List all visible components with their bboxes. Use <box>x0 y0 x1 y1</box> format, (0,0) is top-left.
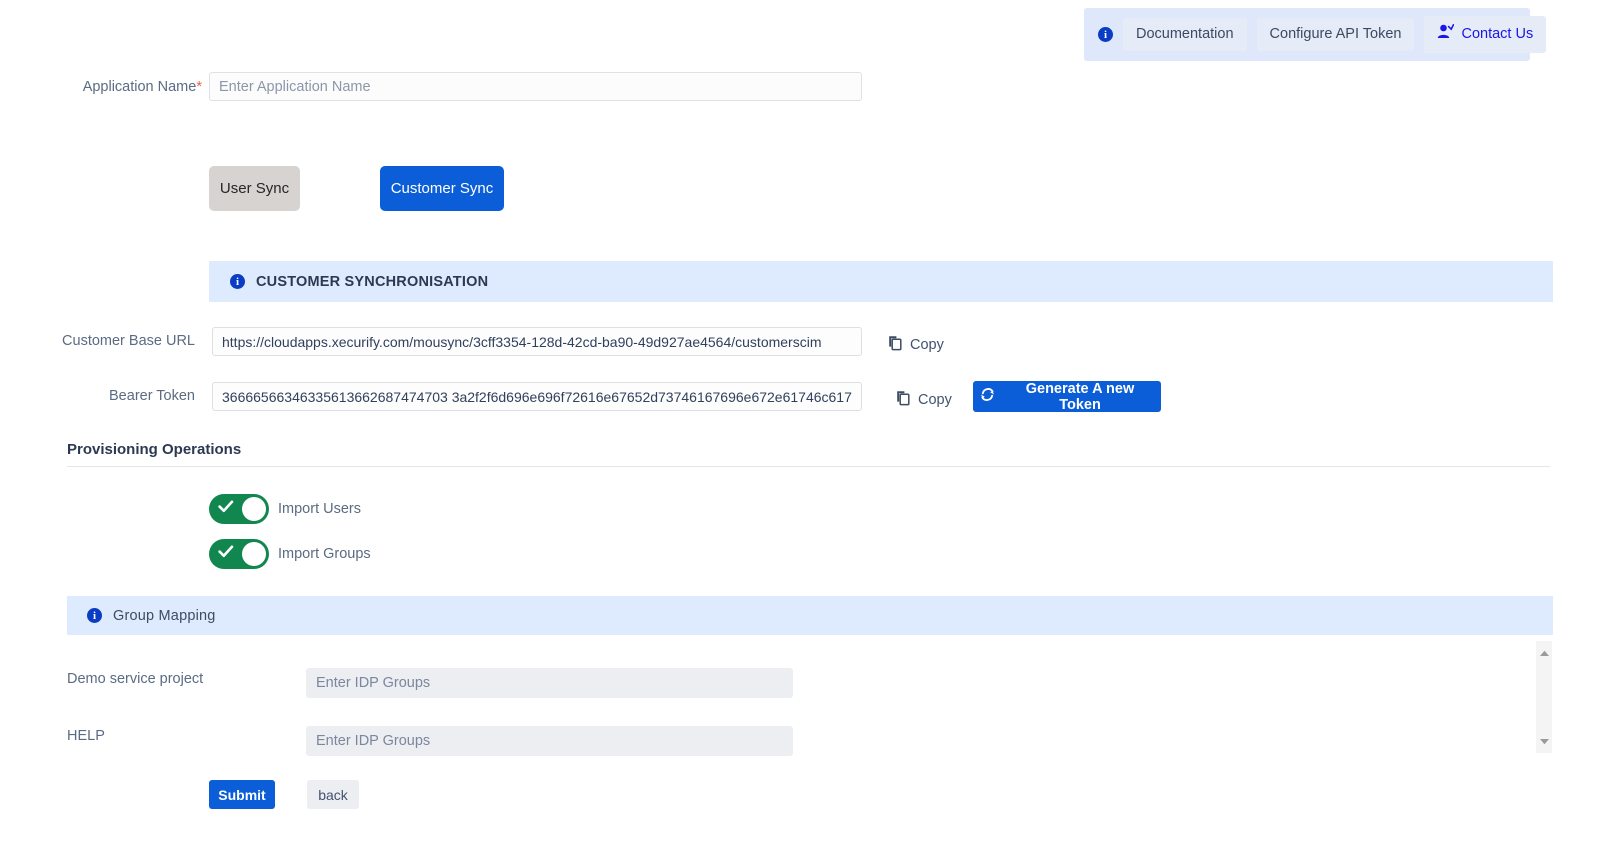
info-icon: i <box>230 274 245 289</box>
scroll-up-arrow-icon[interactable] <box>1539 644 1550 662</box>
contact-us-label: Contact Us <box>1461 25 1534 42</box>
generate-new-token-label: Generate A new Token <box>1025 380 1135 413</box>
toggle-knob <box>242 542 266 566</box>
documentation-button[interactable]: Documentation <box>1123 17 1247 52</box>
application-name-label: Application Name* <box>0 79 202 96</box>
tab-customer-sync[interactable]: Customer Sync <box>380 166 504 211</box>
tab-user-sync[interactable]: User Sync <box>209 166 300 211</box>
provisioning-operations-heading: Provisioning Operations <box>67 441 242 458</box>
submit-button[interactable]: Submit <box>209 780 275 809</box>
check-icon <box>218 545 234 563</box>
group-mapping-select-demo-service-project[interactable]: Enter IDP Groups <box>306 668 793 698</box>
group-mapping-row-label: Demo service project <box>67 671 204 687</box>
scroll-down-arrow-icon[interactable] <box>1539 732 1550 750</box>
import-users-label: Import Users <box>278 501 361 517</box>
import-users-toggle-row: Import Users <box>209 494 361 524</box>
customer-base-url-label: Customer Base URL <box>62 333 195 349</box>
copy-icon <box>896 390 911 410</box>
group-mapping-scrollbar[interactable] <box>1536 641 1552 753</box>
check-icon <box>218 500 234 518</box>
application-name-input[interactable] <box>209 72 862 101</box>
configure-api-token-button[interactable]: Configure API Token <box>1256 17 1415 52</box>
group-mapping-row-label: HELP <box>67 728 105 744</box>
back-button[interactable]: back <box>307 780 359 809</box>
info-icon: i <box>1098 27 1113 42</box>
group-mapping-title: Group Mapping <box>113 607 216 624</box>
required-asterisk: * <box>196 79 202 95</box>
bearer-token-label: Bearer Token <box>109 388 195 404</box>
person-icon <box>1437 24 1455 44</box>
refresh-icon <box>979 386 996 407</box>
section-divider <box>67 466 1550 467</box>
group-mapping-banner: i Group Mapping <box>67 596 1553 635</box>
copy-label: Copy <box>918 392 952 408</box>
import-groups-toggle[interactable] <box>209 539 269 569</box>
help-panel: i Documentation Configure API Token Cont… <box>1084 8 1547 61</box>
customer-synchronisation-banner: i CUSTOMER SYNCHRONISATION <box>209 261 1553 302</box>
bearer-token-input[interactable] <box>212 382 862 411</box>
application-name-label-text: Application Name <box>82 79 197 95</box>
import-users-toggle[interactable] <box>209 494 269 524</box>
copy-base-url-button[interactable]: Copy <box>886 332 946 358</box>
info-icon: i <box>87 608 102 623</box>
import-groups-toggle-row: Import Groups <box>209 539 371 569</box>
copy-icon <box>888 335 903 355</box>
toggle-knob <box>242 497 266 521</box>
import-groups-label: Import Groups <box>278 546 371 562</box>
copy-label: Copy <box>910 337 944 353</box>
group-mapping-select-help[interactable]: Enter IDP Groups <box>306 726 793 756</box>
copy-bearer-token-button[interactable]: Copy <box>894 387 954 413</box>
generate-new-token-button[interactable]: Generate A new Token <box>973 380 1161 413</box>
customer-synchronisation-title: CUSTOMER SYNCHRONISATION <box>256 273 489 290</box>
contact-us-button[interactable]: Contact Us <box>1424 16 1547 53</box>
customer-base-url-input[interactable] <box>212 327 862 356</box>
